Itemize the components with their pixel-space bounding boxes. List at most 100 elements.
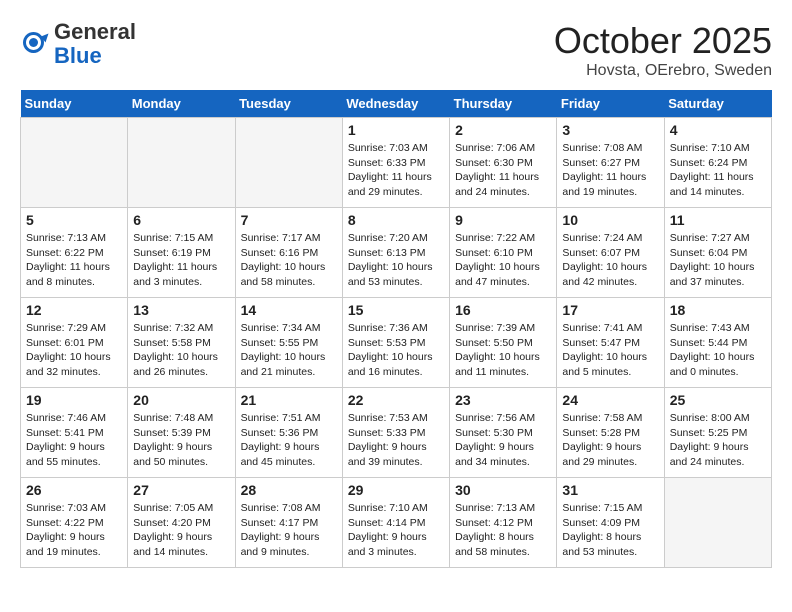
calendar-cell: 2Sunrise: 7:06 AMSunset: 6:30 PMDaylight… [450,118,557,208]
calendar-cell: 11 Sunrise: 7:27 AMSunset: 6:04 PMDayligh… [664,208,771,298]
logo-blue-text: Blue [54,43,102,68]
day-number: 7 [241,212,337,228]
day-detail: Sunrise: 7:03 AMSunset: 6:33 PMDaylight:… [348,141,444,200]
day-detail: Sunrise: 7:24 AMSunset: 6:07 PMDaylight:… [562,231,658,290]
column-header-saturday: Saturday [664,90,771,118]
day-number: 12 [26,302,122,318]
day-number: 16 [455,302,551,318]
day-detail: Sunrise: 7:51 AMSunset: 5:36 PMDaylight:… [241,411,337,470]
day-number: 23 [455,392,551,408]
day-number: 19 [26,392,122,408]
day-detail: Sunrise: 7:05 AMSunset: 4:20 PMDaylight:… [133,501,229,560]
calendar-cell: 24 Sunrise: 7:58 AMSunset: 5:28 PMDayligh… [557,388,664,478]
day-number: 14 [241,302,337,318]
day-detail: Sunrise: 7:41 AMSunset: 5:47 PMDaylight:… [562,321,658,380]
calendar-cell: 21 Sunrise: 7:51 AMSunset: 5:36 PMDayligh… [235,388,342,478]
day-detail: Sunrise: 7:36 AMSunset: 5:53 PMDaylight:… [348,321,444,380]
calendar-cell: 15 Sunrise: 7:36 AMSunset: 5:53 PMDayligh… [342,298,449,388]
calendar-week-row: 1 Sunrise: 7:03 AMSunset: 6:33 PMDaylight… [21,118,772,208]
calendar-cell: 7 Sunrise: 7:17 AMSunset: 6:16 PMDaylight… [235,208,342,298]
column-header-monday: Monday [128,90,235,118]
day-detail: Sunrise: 7:27 AMSunset: 6:04 PMDaylight:… [670,231,766,290]
calendar-table: SundayMondayTuesdayWednesdayThursdayFrid… [20,90,772,568]
day-number: 11 [670,212,766,228]
column-header-friday: Friday [557,90,664,118]
day-number: 10 [562,212,658,228]
day-detail: Sunrise: 7:03 AMSunset: 4:22 PMDaylight:… [26,501,122,560]
day-detail: Sunrise: 7:08 AMSunset: 6:27 PMDaylight:… [562,141,658,200]
day-detail: Sunrise: 7:58 AMSunset: 5:28 PMDaylight:… [562,411,658,470]
calendar-week-row: 5 Sunrise: 7:13 AMSunset: 6:22 PMDaylight… [21,208,772,298]
day-detail: Sunrise: 7:13 AMSunset: 6:22 PMDaylight:… [26,231,122,290]
calendar-cell: 17 Sunrise: 7:41 AMSunset: 5:47 PMDayligh… [557,298,664,388]
column-header-sunday: Sunday [21,90,128,118]
calendar-cell: 6Sunrise: 7:15 AMSunset: 6:19 PMDaylight… [128,208,235,298]
day-number: 27 [133,482,229,498]
calendar-cell: 20Sunrise: 7:48 AMSunset: 5:39 PMDayligh… [128,388,235,478]
day-detail: Sunrise: 8:00 AMSunset: 5:25 PMDaylight:… [670,411,766,470]
day-detail: Sunrise: 7:48 AMSunset: 5:39 PMDaylight:… [133,411,229,470]
calendar-cell: 31Sunrise: 7:15 AMSunset: 4:09 PMDayligh… [557,478,664,568]
calendar-cell [664,478,771,568]
calendar-cell: 10 Sunrise: 7:24 AMSunset: 6:07 PMDayligh… [557,208,664,298]
calendar-cell: 4Sunrise: 7:10 AMSunset: 6:24 PMDaylight… [664,118,771,208]
calendar-cell: 1 Sunrise: 7:03 AMSunset: 6:33 PMDaylight… [342,118,449,208]
day-detail: Sunrise: 7:32 AMSunset: 5:58 PMDaylight:… [133,321,229,380]
calendar-cell: 8Sunrise: 7:20 AMSunset: 6:13 PMDaylight… [342,208,449,298]
day-detail: Sunrise: 7:17 AMSunset: 6:16 PMDaylight:… [241,231,337,290]
day-number: 2 [455,122,551,138]
calendar-cell: 12Sunrise: 7:29 AMSunset: 6:01 PMDayligh… [21,298,128,388]
column-header-tuesday: Tuesday [235,90,342,118]
day-number: 13 [133,302,229,318]
calendar-cell: 22 Sunrise: 7:53 AMSunset: 5:33 PMDayligh… [342,388,449,478]
column-header-thursday: Thursday [450,90,557,118]
calendar-cell [21,118,128,208]
day-detail: Sunrise: 7:34 AMSunset: 5:55 PMDaylight:… [241,321,337,380]
column-header-wednesday: Wednesday [342,90,449,118]
calendar-week-row: 26 Sunrise: 7:03 AMSunset: 4:22 PMDayligh… [21,478,772,568]
calendar-week-row: 12Sunrise: 7:29 AMSunset: 6:01 PMDayligh… [21,298,772,388]
day-detail: Sunrise: 7:10 AMSunset: 6:24 PMDaylight:… [670,141,766,200]
day-detail: Sunrise: 7:39 AMSunset: 5:50 PMDaylight:… [455,321,551,380]
day-number: 18 [670,302,766,318]
day-number: 17 [562,302,658,318]
day-number: 21 [241,392,337,408]
day-number: 6 [133,212,229,228]
day-detail: Sunrise: 7:08 AMSunset: 4:17 PMDaylight:… [241,501,337,560]
calendar-cell: 14 Sunrise: 7:34 AMSunset: 5:55 PMDayligh… [235,298,342,388]
calendar-cell: 27 Sunrise: 7:05 AMSunset: 4:20 PMDayligh… [128,478,235,568]
calendar-cell [128,118,235,208]
day-number: 26 [26,482,122,498]
title-block: October 2025 Hovsta, OErebro, Sweden [554,20,772,80]
calendar-cell: 19 Sunrise: 7:46 AMSunset: 5:41 PMDayligh… [21,388,128,478]
day-number: 1 [348,122,444,138]
day-detail: Sunrise: 7:15 AMSunset: 4:09 PMDaylight:… [562,501,658,560]
day-number: 29 [348,482,444,498]
day-detail: Sunrise: 7:46 AMSunset: 5:41 PMDaylight:… [26,411,122,470]
day-number: 25 [670,392,766,408]
calendar-cell: 30Sunrise: 7:13 AMSunset: 4:12 PMDayligh… [450,478,557,568]
day-number: 5 [26,212,122,228]
calendar-header-row: SundayMondayTuesdayWednesdayThursdayFrid… [21,90,772,118]
day-number: 15 [348,302,444,318]
calendar-week-row: 19 Sunrise: 7:46 AMSunset: 5:41 PMDayligh… [21,388,772,478]
calendar-cell: 28 Sunrise: 7:08 AMSunset: 4:17 PMDayligh… [235,478,342,568]
logo-icon [20,29,50,59]
day-number: 9 [455,212,551,228]
day-number: 30 [455,482,551,498]
day-detail: Sunrise: 7:53 AMSunset: 5:33 PMDaylight:… [348,411,444,470]
location: Hovsta, OErebro, Sweden [554,62,772,80]
day-number: 22 [348,392,444,408]
calendar-cell: 9 Sunrise: 7:22 AMSunset: 6:10 PMDaylight… [450,208,557,298]
day-number: 3 [562,122,658,138]
logo: General Blue [20,20,136,68]
calendar-cell: 25 Sunrise: 8:00 AMSunset: 5:25 PMDayligh… [664,388,771,478]
day-detail: Sunrise: 7:22 AMSunset: 6:10 PMDaylight:… [455,231,551,290]
day-number: 8 [348,212,444,228]
day-number: 28 [241,482,337,498]
day-number: 24 [562,392,658,408]
calendar-cell: 3 Sunrise: 7:08 AMSunset: 6:27 PMDaylight… [557,118,664,208]
calendar-cell [235,118,342,208]
day-detail: Sunrise: 7:43 AMSunset: 5:44 PMDaylight:… [670,321,766,380]
calendar-cell: 18 Sunrise: 7:43 AMSunset: 5:44 PMDayligh… [664,298,771,388]
